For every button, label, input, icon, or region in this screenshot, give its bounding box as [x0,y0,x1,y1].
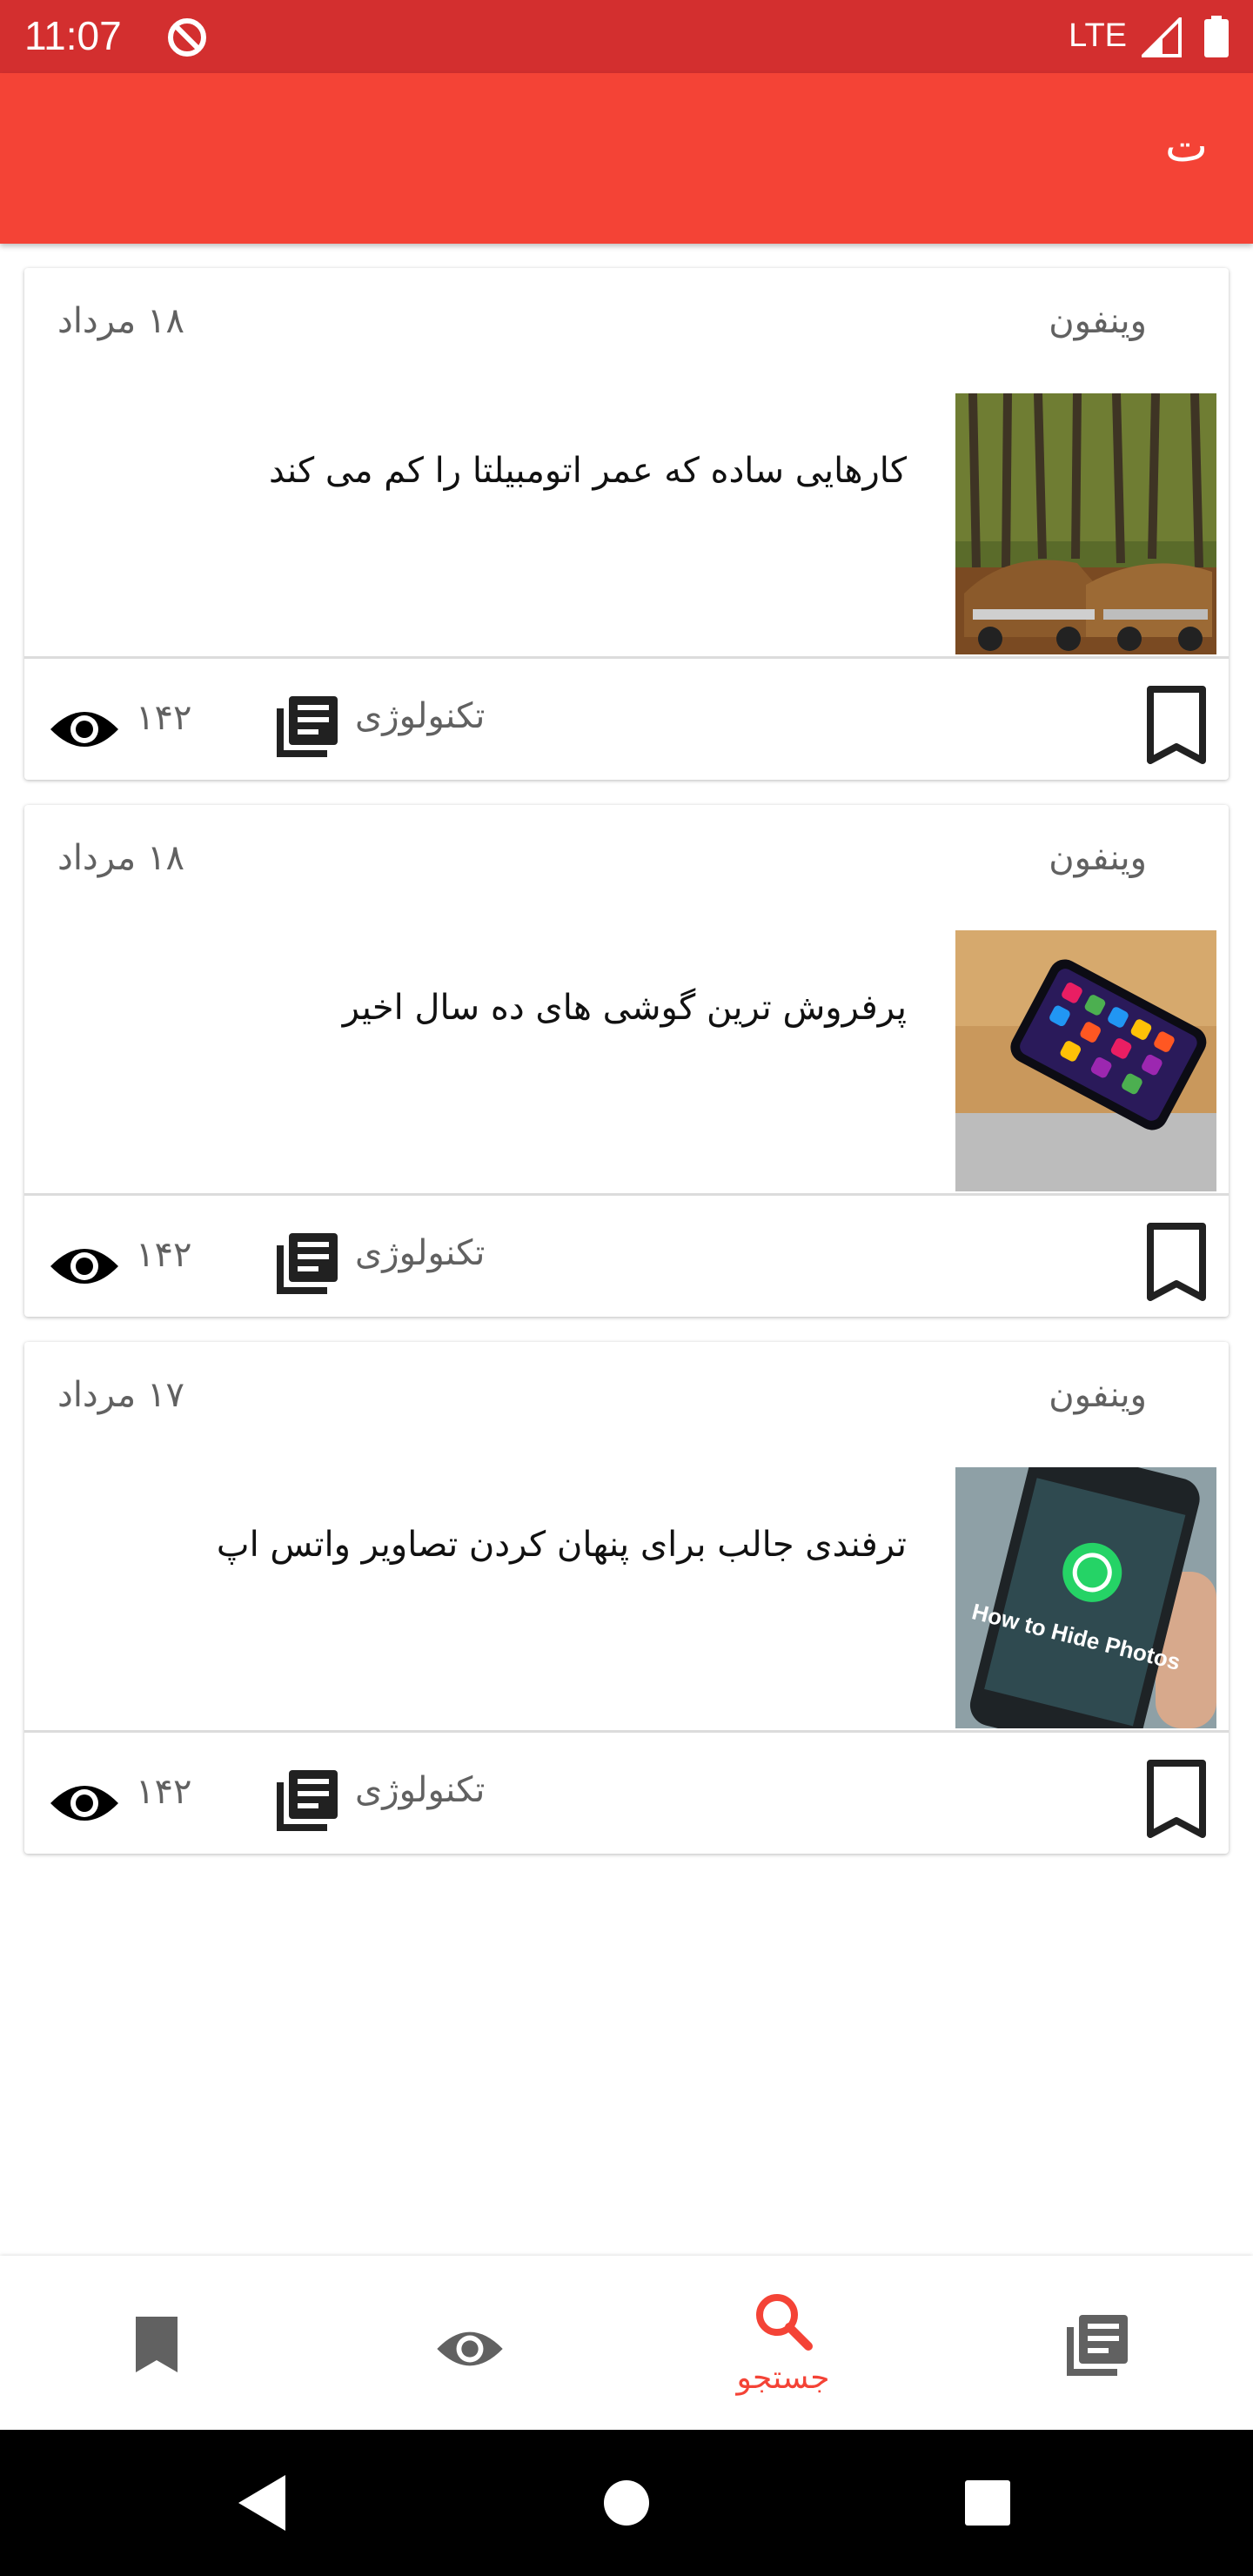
nav-item-viewed[interactable] [313,2256,626,2430]
eye-icon [50,1249,118,1284]
eye-icon [437,2331,503,2366]
nav-item-bookmarks[interactable] [0,2256,313,2430]
news-icon [1067,2315,1128,2376]
nav-item-search[interactable]: جستجو [626,2256,940,2430]
status-network: LTE [1069,17,1127,54]
news-icon [277,1233,338,1294]
abandoned-cars-image [955,393,1216,654]
search-icon [756,2294,813,2351]
article-source: وینفون [1049,1375,1147,1415]
bottom-navigation: جستجو [0,2256,1253,2430]
bookmark-icon[interactable] [1143,1223,1209,1301]
recents-icon[interactable] [953,2468,1022,2538]
app-bar: ت [0,73,1253,244]
article-card[interactable]: وینفون ۱۸ مرداد کارهایی ساده که عمر اتوم… [24,268,1229,780]
back-icon[interactable] [228,2468,298,2538]
news-icon [277,696,338,757]
card-divider [24,1193,1229,1196]
whatsapp-phone-image: How to Hide Photos [955,1467,1216,1728]
status-bar: 11:07 LTE [0,0,1253,73]
article-source: وینفون [1049,301,1147,341]
article-category: تکنولوژی [355,1770,486,1810]
eye-icon [50,712,118,747]
article-thumbnail[interactable]: How to Hide Photos [955,1467,1216,1728]
article-date: ۱۸ مرداد [57,301,184,341]
article-thumbnail[interactable] [955,930,1216,1191]
article-date: ۱۸ مرداد [57,838,184,878]
article-category: تکنولوژی [355,1233,486,1273]
card-divider [24,1730,1229,1733]
view-count: ۱۴۲ [136,1772,192,1812]
bookmark-icon[interactable] [1143,1760,1209,1838]
card-divider [24,656,1229,659]
do-not-disturb-icon [168,18,206,57]
article-headline[interactable]: پرفروش ترین گوشی های ده سال اخیر [343,988,907,1028]
nav-label-search: جستجو [736,2360,830,2396]
nav-item-news[interactable] [940,2256,1253,2430]
article-card[interactable]: وینفون ۱۸ مرداد پرفروش ترین گوشی های ده … [24,805,1229,1317]
app-title: ت [1165,120,1208,172]
view-count: ۱۴۲ [136,698,192,738]
home-icon[interactable] [592,2468,661,2538]
article-card[interactable]: وینفون ۱۷ مرداد How to Hide Photos ترفند… [24,1342,1229,1854]
status-time: 11:07 [24,13,122,58]
bookmark-icon [136,2317,178,2372]
article-headline[interactable]: کارهایی ساده که عمر اتومبیلتا را کم می ک… [269,451,907,491]
smartphone-image [955,930,1216,1191]
system-navigation-bar [0,2430,1253,2576]
bookmark-icon[interactable] [1143,686,1209,764]
article-category: تکنولوژی [355,696,486,736]
view-count: ۱۴۲ [136,1235,192,1275]
battery-icon [1204,16,1229,57]
eye-icon [50,1786,118,1821]
article-headline[interactable]: ترفندی جالب برای پنهان کردن تصاویر واتس … [217,1525,907,1565]
article-thumbnail[interactable] [955,393,1216,654]
article-date: ۱۷ مرداد [57,1375,184,1415]
signal-icon [1142,17,1182,57]
news-icon [277,1770,338,1831]
article-source: وینفون [1049,838,1147,878]
